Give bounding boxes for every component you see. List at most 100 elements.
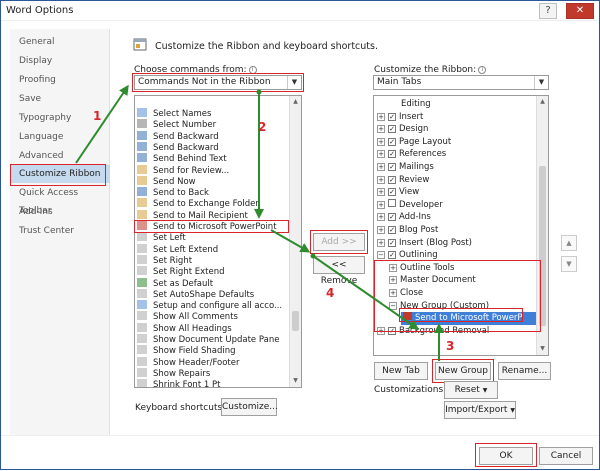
reset-button[interactable]: Reset ▼ <box>444 381 498 399</box>
command-list-item[interactable]: Setup and configure all acco... <box>137 300 282 311</box>
ribbon-tree-item[interactable]: + ✓ View <box>377 186 419 199</box>
ribbon-tree-item[interactable]: + ✓ Design <box>377 123 428 136</box>
command-list-item[interactable]: Set Right <box>137 254 192 266</box>
expand-icon[interactable]: + <box>377 200 385 209</box>
expand-icon[interactable]: + <box>377 137 385 146</box>
command-list-item[interactable]: Show Header/Footer <box>137 356 240 368</box>
command-list-item[interactable]: Set Left Extend <box>137 243 218 255</box>
expand-icon[interactable]: + <box>377 125 385 134</box>
tab-checkbox[interactable]: ✓ <box>388 112 396 121</box>
ribbon-tree-item[interactable]: + ✓ Mailings <box>377 161 434 174</box>
chevron-down-icon: ▼ <box>534 76 548 89</box>
command-list-item[interactable]: Show All Headings <box>137 322 232 334</box>
customize-ribbon-dropdown[interactable]: Main Tabs ▼ <box>373 75 549 90</box>
command-icon <box>137 175 147 185</box>
command-list-item[interactable]: Shrink Font 1 Pt <box>137 379 220 387</box>
commands-scrollbar[interactable]: ▲ ▼ <box>289 96 301 387</box>
customize-ribbon-icon <box>133 38 147 51</box>
nav-item-add-ins[interactable]: Add-Ins <box>10 203 110 221</box>
expand-icon[interactable]: + <box>377 175 385 184</box>
ribbon-tree-label: Insert <box>399 111 424 122</box>
command-list-item[interactable]: Send Backward <box>137 130 219 142</box>
import-export-button[interactable]: Import/Export ▼ <box>444 401 516 419</box>
command-label: Send for Review... <box>153 165 230 176</box>
nav-item-quick-access-toolbar[interactable]: Quick Access Toolbar <box>10 184 110 216</box>
command-list-item[interactable]: Send for Review... <box>137 164 230 176</box>
tab-checkbox[interactable]: ✓ <box>388 213 396 222</box>
nav-item-advanced[interactable]: Advanced <box>10 147 110 165</box>
ribbon-tree-label: Mailings <box>399 162 434 172</box>
ribbon-tree-item[interactable]: Editing <box>401 98 431 111</box>
command-icon <box>137 322 147 332</box>
ribbon-tree-item[interactable]: + ✓ Insert (Blog Post) <box>377 237 472 250</box>
tab-checkbox[interactable]: ✓ <box>388 137 396 146</box>
move-up-icon[interactable]: ▲ <box>561 235 577 251</box>
command-list-item[interactable]: Send Now <box>137 175 196 187</box>
tab-checkbox[interactable]: ✓ <box>388 125 396 134</box>
expand-icon[interactable]: + <box>377 163 385 171</box>
customize-shortcuts-button[interactable]: Customize... <box>221 398 278 416</box>
ribbon-tree-label: Design <box>399 124 429 135</box>
scroll-down-icon[interactable]: ▼ <box>537 343 548 355</box>
cancel-button[interactable]: Cancel <box>539 447 593 465</box>
command-label: Select Names <box>153 109 212 119</box>
command-list-item[interactable]: Select Number <box>137 119 216 130</box>
tab-checkbox[interactable]: ✓ <box>388 188 396 197</box>
ribbon-tree-item[interactable]: + ✓ Add-Ins <box>377 211 431 224</box>
command-list-item[interactable]: Send to Exchange Folder <box>137 198 259 209</box>
new-tab-button[interactable]: New Tab <box>374 362 428 380</box>
command-list-item[interactable]: Set Left <box>137 232 186 243</box>
command-list-item[interactable]: Send to Back <box>137 187 209 198</box>
step-number-2: 2 <box>258 120 267 134</box>
nav-item-proofing[interactable]: Proofing <box>10 71 110 89</box>
command-icon <box>137 254 147 264</box>
ribbon-tree-item[interactable]: + ✓ Blog Post <box>377 224 438 237</box>
expand-icon[interactable]: + <box>377 213 385 222</box>
expand-icon[interactable]: + <box>377 112 385 121</box>
remove-button[interactable]: << Remove <box>313 256 365 286</box>
command-list-item[interactable]: Show Document Update Pane <box>137 334 279 345</box>
scroll-up-icon[interactable]: ▲ <box>290 96 301 108</box>
tab-checkbox[interactable]: ✓ <box>388 150 396 159</box>
command-list-item[interactable]: Set as Default <box>137 277 213 289</box>
command-list-item[interactable]: Set Right Extend <box>137 266 225 277</box>
command-list-item[interactable]: Send Backward <box>137 141 219 153</box>
command-list-item[interactable]: Show All Comments <box>137 311 238 322</box>
collapse-icon[interactable]: − <box>377 251 385 260</box>
command-list-item[interactable]: Send Behind Text <box>137 153 227 164</box>
scroll-thumb[interactable] <box>292 311 299 331</box>
expand-icon[interactable]: + <box>377 238 385 247</box>
command-list-item[interactable]: Select Names <box>137 108 211 119</box>
tab-checkbox[interactable]: ✓ <box>388 238 396 247</box>
ribbon-tree-item[interactable]: + Developer <box>377 198 443 212</box>
expand-icon[interactable]: + <box>377 188 385 197</box>
tab-checkbox[interactable]: ✓ <box>388 163 396 171</box>
ribbon-tree-item[interactable]: + ✓ References <box>377 148 446 161</box>
ribbon-tree-label: Add-Ins <box>399 212 431 223</box>
ribbon-tree-item[interactable]: + ✓ Review <box>377 174 429 187</box>
nav-item-display[interactable]: Display <box>10 52 110 70</box>
nav-item-save[interactable]: Save <box>10 90 110 108</box>
help-button[interactable]: ? <box>539 3 557 19</box>
tab-checkbox[interactable]: ✓ <box>388 175 396 184</box>
command-list-item[interactable]: Show Field Shading <box>137 345 236 356</box>
close-button[interactable]: ✕ <box>566 3 594 19</box>
scroll-down-icon[interactable]: ▼ <box>290 375 301 387</box>
nav-item-trust-center[interactable]: Trust Center <box>10 222 110 240</box>
tab-checkbox[interactable]: ✓ <box>388 226 396 234</box>
expand-icon[interactable]: + <box>377 150 385 159</box>
command-label: Show Repairs <box>153 368 211 379</box>
expand-icon[interactable]: + <box>377 226 385 234</box>
scroll-up-icon[interactable]: ▲ <box>537 96 548 108</box>
tab-checkbox[interactable]: ✓ <box>388 251 396 260</box>
command-list-item[interactable]: Set AutoShape Defaults <box>137 288 254 300</box>
rename-button[interactable]: Rename... <box>498 362 551 380</box>
nav-item-language[interactable]: Language <box>10 128 110 146</box>
ribbon-tree-item[interactable]: + ✓ Insert <box>377 111 423 124</box>
ribbon-tree-item[interactable]: + ✓ Page Layout <box>377 136 451 149</box>
command-list-item[interactable]: Show Repairs <box>137 367 211 379</box>
tab-checkbox[interactable] <box>388 198 396 207</box>
commands-list[interactable]: Select Names Select Number Send Backward Se… <box>134 95 302 388</box>
move-down-icon[interactable]: ▼ <box>561 256 577 272</box>
nav-item-general[interactable]: General <box>10 33 110 51</box>
